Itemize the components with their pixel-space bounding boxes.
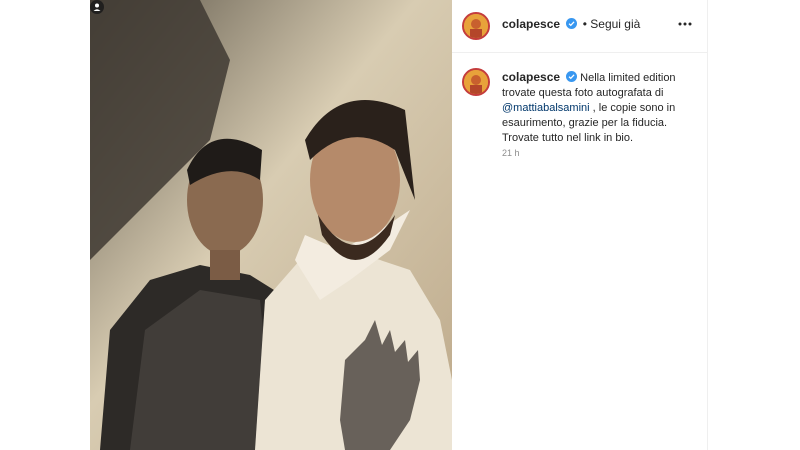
avatar-image bbox=[464, 14, 488, 38]
avatar[interactable] bbox=[462, 12, 490, 40]
post-header: colapesce • Segui già bbox=[452, 0, 707, 53]
post-photo-illustration bbox=[90, 0, 452, 450]
caption-avatar[interactable] bbox=[462, 68, 490, 96]
caption-text: colapesce Nella limited edition trovate … bbox=[502, 70, 702, 146]
post-side-panel: colapesce • Segui già colapesce Nella li… bbox=[452, 0, 708, 450]
caption-mention-link[interactable]: @mattiabalsamini bbox=[502, 102, 590, 114]
more-dots-icon[interactable] bbox=[678, 22, 692, 26]
person-tag-icon[interactable] bbox=[90, 0, 104, 14]
avatar-image bbox=[464, 70, 488, 94]
post-image[interactable] bbox=[90, 0, 452, 450]
header-username[interactable]: colapesce bbox=[502, 17, 560, 31]
post-timestamp[interactable]: 21 h bbox=[502, 148, 520, 158]
follow-status-button[interactable]: • Segui già bbox=[583, 17, 641, 31]
verified-badge-icon bbox=[566, 18, 578, 29]
verified-badge-icon bbox=[566, 71, 578, 82]
caption-username[interactable]: colapesce bbox=[502, 70, 560, 84]
header-user-line: colapesce • Segui già bbox=[502, 17, 640, 31]
